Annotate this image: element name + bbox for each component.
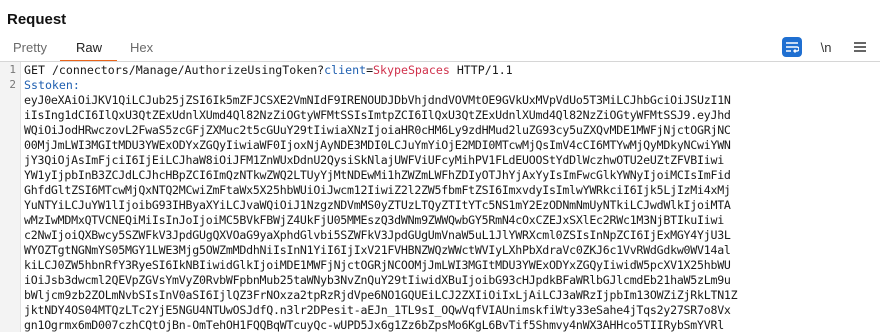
request-line: GET /connectors/Manage/AuthorizeUsingTok…: [24, 63, 876, 78]
header-name: Sstoken:: [24, 78, 80, 92]
token-line: jY3QiOjAsImFjciI6IjEiLCJhaW8iOiJFM1ZnWUx…: [24, 153, 724, 167]
line-number-gutter: 1 2: [0, 62, 21, 332]
http-version: HTTP/1.1: [456, 63, 513, 77]
view-tabs: Pretty Raw Hex: [0, 38, 880, 62]
pretty-print-toggle-icon[interactable]: [782, 37, 802, 57]
token-line: YuNTYiLCJuYW1lIjoibG93IHByaXYiLCJvaWQiOi…: [24, 198, 731, 212]
token-line: iOiJsb3dwcml2QEVpZGVsYmVyZ0RvbWFpbnMub25…: [24, 273, 731, 287]
token-line: WQiOiJodHRwczovL2FwaS5zcGFjZXMuc2t5cGUuY…: [24, 123, 731, 137]
tab-raw[interactable]: Raw: [76, 40, 102, 55]
token-line: iIsIng1dCI6IlQxU3QtZExUdnlXUmd4Ql82NzZiO…: [24, 108, 731, 122]
token-line: wMzIwMDMxQTVCNEQiMiIsInJoIjoiMC5BVkFBWjZ…: [24, 213, 724, 227]
request-path: /connectors/Manage/AuthorizeUsingToken?: [51, 63, 325, 77]
line-number: 2: [9, 78, 16, 91]
show-newlines-icon[interactable]: \n: [816, 37, 836, 57]
tab-pretty[interactable]: Pretty: [13, 40, 47, 55]
token-line: bWljcm9zb2ZOLmNvbSIsInV0aSI6IjlQZ3FrNOxz…: [24, 288, 738, 302]
query-param-name: client: [324, 63, 367, 77]
token-line: c2NwIjoiQXBwcy5SZWFkV3JpdGUgQXVOaG9yaXph…: [24, 228, 731, 242]
token-line: eyJ0eXAiOiJKV1QiLCJub25jZSI6Ik5mZFJCSXE2…: [24, 93, 731, 107]
tab-hex[interactable]: Hex: [130, 40, 153, 55]
query-param-equals: =: [366, 63, 374, 77]
line-number: 1: [9, 63, 16, 76]
token-line: 00MjJmLWI3MGItMDU3YWExODYxZGQyIiwiaWF0Ij…: [24, 138, 731, 152]
token-line: GhfdGltZSI6MTcwMjQxNTQ2MCwiZmFtaWx5X25hb…: [24, 183, 731, 197]
token-line: jktNDY4OS04MTQzLTc2YjE5NGU4NTUwOSJdfQ.n3…: [24, 303, 731, 317]
editor-toolbar: \n: [768, 37, 870, 57]
http-method: GET: [24, 63, 45, 77]
token-line: WYOZTgtNGNmYS05MGY1LWE3Mjg5OWZmMDdhNiIsI…: [24, 243, 731, 257]
request-editor[interactable]: 1 2 GET /connectors/Manage/AuthorizeUsin…: [0, 62, 880, 332]
token-line: kiLCJ0ZW5hbnRfY3RyeSI6IkNBIiwidGlkIjoiMD…: [24, 258, 731, 272]
token-line: gn1Ogrmx6mD007czhCQtOjBn-OmTehOH1FQQBqWT…: [24, 318, 724, 332]
query-param-value: SkypeSpaces: [373, 63, 450, 77]
token-line: YW1yIjpbInB3ZCJdLCJhcHBpZCI6ImQzNTkwZWQ2…: [24, 168, 731, 182]
menu-icon[interactable]: [850, 37, 870, 57]
panel-title: Request: [7, 11, 67, 28]
